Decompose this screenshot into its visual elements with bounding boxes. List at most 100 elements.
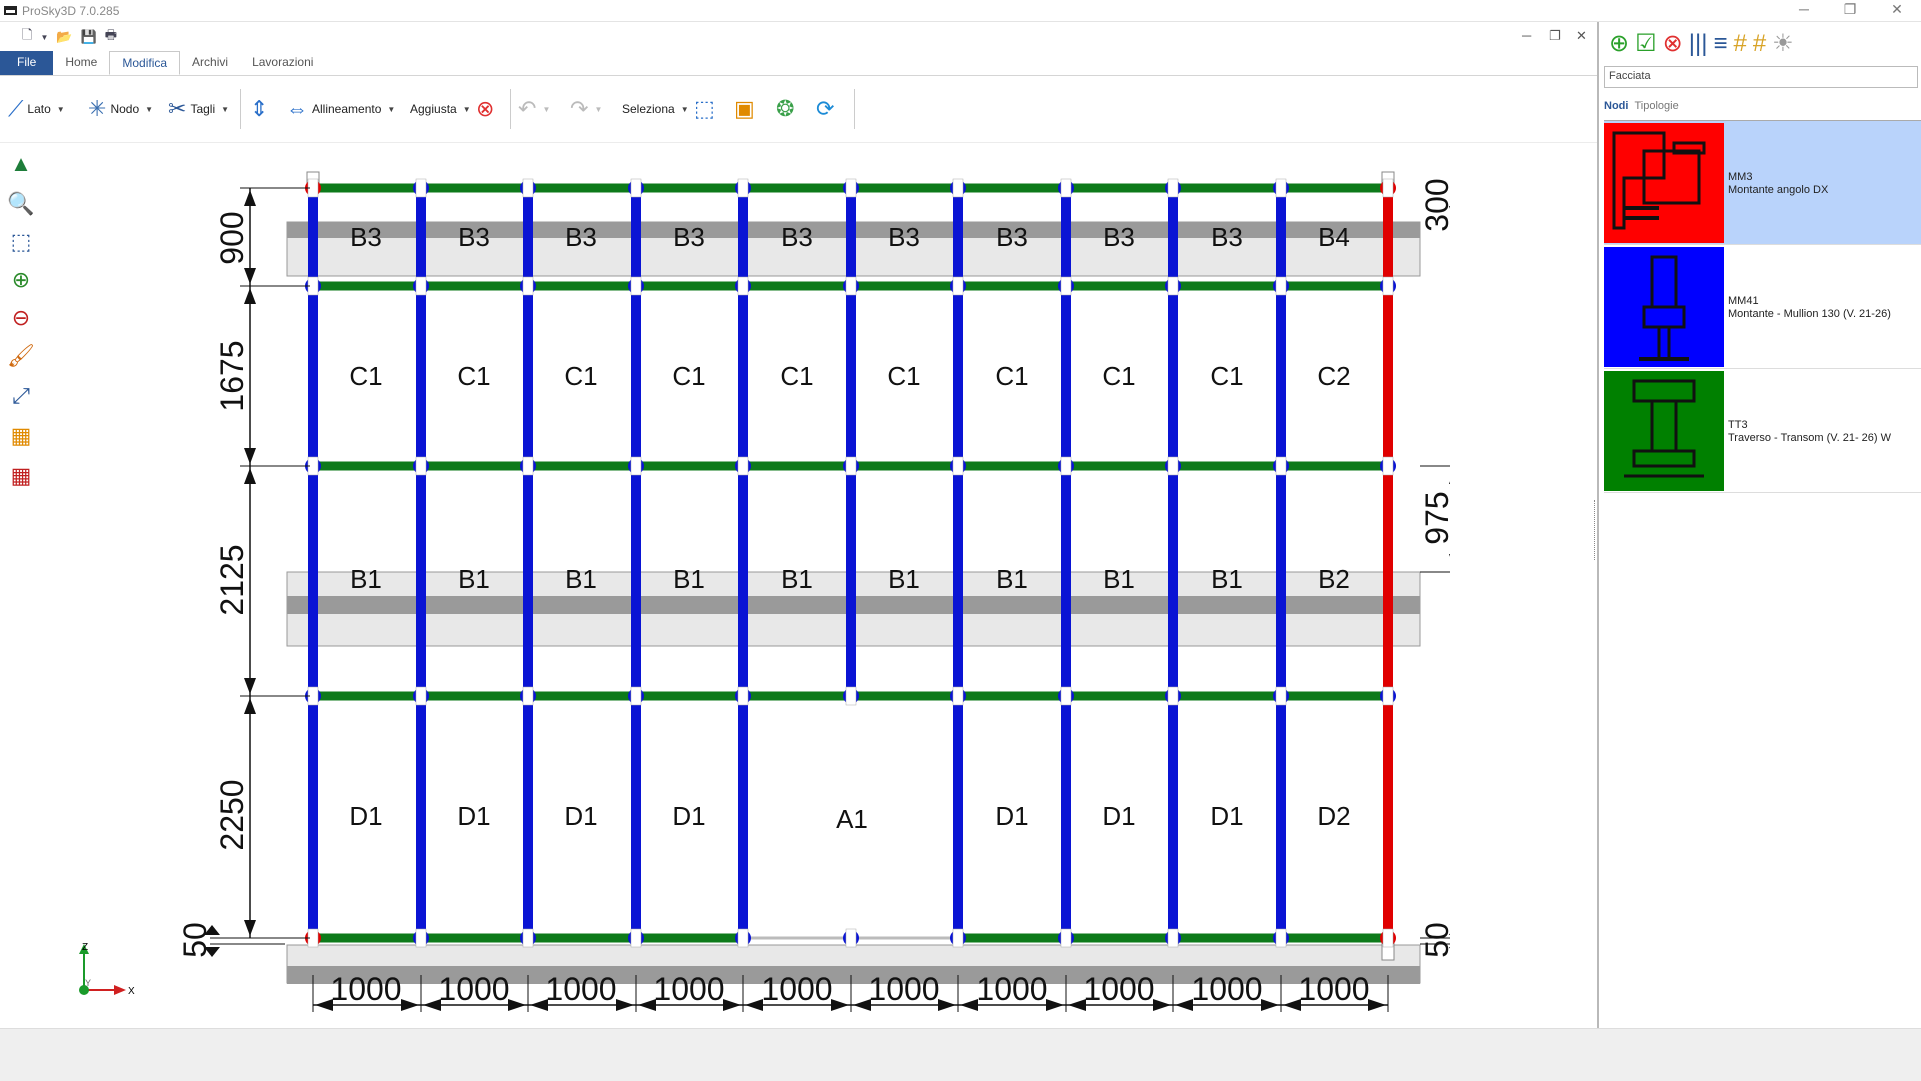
tab-archivi[interactable]: Archivi [180, 51, 240, 75]
grid-2d-icon[interactable]: ▦ [6, 461, 36, 491]
refresh-icon: ⟳ [816, 96, 835, 121]
node-joint [1167, 686, 1179, 706]
add-icon[interactable]: ⊕ [1609, 30, 1629, 58]
zoom-1-1-icon[interactable]: 🔍 [6, 189, 36, 219]
tagli-button[interactable]: ✂ Tagli ▼ [168, 91, 229, 127]
dim-arrow [1283, 999, 1301, 1011]
undo-icon: ↶ [518, 96, 537, 121]
app-title: ProSky3D 7.0.285 [22, 4, 120, 18]
cell-label: B3 [350, 222, 382, 252]
cell-label: B1 [1211, 564, 1243, 594]
dropdown-caret-icon[interactable]: ▼ [40, 33, 48, 42]
dim-arrow [723, 999, 741, 1011]
grid-3d-icon[interactable]: ▦ [6, 421, 36, 451]
minimize-icon[interactable]: ─ [1790, 1, 1818, 17]
grid-edit-icon[interactable]: # [1753, 30, 1766, 58]
new-file-icon[interactable]: 🗋 [22, 26, 32, 48]
seleziona-button[interactable]: Seleziona ▼ [622, 91, 689, 127]
confirm-icon[interactable]: ☑ [1635, 30, 1657, 58]
doc-minimize-icon[interactable]: ─ [1522, 28, 1531, 43]
zoom-window-icon[interactable]: ⬚ [6, 227, 36, 257]
node-icon: ✳ [88, 96, 107, 121]
tab-file[interactable]: File [0, 51, 54, 75]
node-joint [737, 686, 749, 706]
dim-width: 1000 [1298, 971, 1369, 1007]
close-icon[interactable]: ✕ [1883, 1, 1911, 18]
aggiusta-button[interactable]: Aggiusta ▼ [410, 91, 471, 127]
node-joint [1060, 178, 1072, 198]
list-item[interactable]: TT3 Traverso - Transom (V. 21- 26) W [1604, 369, 1921, 493]
allineamento-button[interactable]: ⇔ Allineamento ▼ [286, 91, 395, 127]
doc-close-icon[interactable]: ✕ [1576, 28, 1587, 44]
print-icon[interactable]: 🖶 [105, 26, 117, 48]
view-3d-button[interactable]: ▣ [734, 91, 755, 127]
colors-button[interactable]: ❂ [776, 91, 794, 127]
doc-restore-icon[interactable]: ❐ [1549, 28, 1561, 44]
list-item[interactable]: MM3 Montante angolo DX [1604, 121, 1921, 245]
node-joint [952, 456, 964, 476]
tab-nodi[interactable]: Nodi [1604, 100, 1628, 112]
light-icon[interactable]: ☀ [1772, 30, 1794, 58]
cell-label: B1 [781, 564, 813, 594]
node-joint [522, 928, 534, 948]
horizontal-arrows-icon: ⇔ [286, 96, 308, 121]
tab-modifica[interactable]: Modifica [109, 51, 181, 75]
axis-z-label: Z [82, 942, 88, 953]
cell-label: B1 [996, 564, 1028, 594]
dim-arrow [1153, 999, 1171, 1011]
profile-code: MM41 [1728, 295, 1759, 307]
zoom-out-icon[interactable]: ⊖ [6, 303, 36, 333]
cell-label: D1 [349, 801, 382, 831]
tab-home[interactable]: Home [53, 51, 109, 75]
frame-select-button[interactable]: ⬚ [694, 91, 715, 127]
dim-width: 1000 [868, 971, 939, 1007]
node-joint [1060, 686, 1072, 706]
node-joint [630, 276, 642, 296]
perspective-icon[interactable]: ▲ [6, 149, 36, 179]
tab-tipologie[interactable]: Tipologie [1634, 100, 1678, 112]
cell-label: B1 [565, 564, 597, 594]
profile-list: MM3 Montante angolo DX MM41 Montante - M… [1604, 120, 1921, 493]
panel-search-input[interactable]: Facciata [1604, 66, 1918, 88]
node-joint [952, 276, 964, 296]
zoom-in-icon[interactable]: ⊕ [6, 265, 36, 295]
dim-arrow [960, 999, 978, 1011]
node-joint [845, 276, 857, 296]
tab-lavorazioni[interactable]: Lavorazioni [240, 51, 325, 75]
restore-icon[interactable]: ❐ [1836, 1, 1864, 18]
profile-code: TT3 [1728, 419, 1748, 431]
node-joint [737, 456, 749, 476]
undo-button[interactable]: ↶ ▼ [518, 91, 550, 127]
dim-width: 1000 [545, 971, 616, 1007]
open-folder-icon[interactable]: 📂 [56, 29, 72, 45]
dim-arrow [1449, 481, 1450, 484]
title-bar: ProSky3D 7.0.285 ─ ❐ ✕ [0, 0, 1921, 22]
vertical-bars-icon[interactable]: ||| [1689, 30, 1708, 58]
node-joint [952, 686, 964, 706]
grid-frame-icon[interactable]: # [1733, 30, 1746, 58]
refresh-button[interactable]: ⟳ [816, 91, 834, 127]
horizontal-bars-icon[interactable]: ≡ [1713, 30, 1727, 58]
save-icon[interactable]: 💾 [81, 29, 97, 45]
cancel-red-button[interactable]: ⊗ [476, 91, 494, 127]
dim-width: 1000 [653, 971, 724, 1007]
delete-icon[interactable]: ⊗ [1663, 30, 1683, 58]
lato-button[interactable]: ⟋ Lato ▼ [8, 91, 65, 127]
profile-preview [1604, 371, 1724, 491]
cell-label: B1 [888, 564, 920, 594]
profile-desc: Traverso - Transom (V. 21- 26) W [1728, 432, 1892, 444]
redo-button[interactable]: ↷ ▼ [570, 91, 602, 127]
brush-icon[interactable]: 🖌 [6, 341, 36, 371]
node-joint [952, 928, 964, 948]
facade-canvas[interactable]: B3 B3 B3 B3 B3 B3 B3 B3 B3 B4 C1 C1 C1 C… [160, 160, 1450, 1020]
cell-label: B1 [1103, 564, 1135, 594]
dim-height: 2125 [214, 544, 250, 615]
nodo-button[interactable]: ✳ Nodo ▼ [88, 91, 153, 127]
dim-width: 1000 [761, 971, 832, 1007]
node-joint [1382, 928, 1394, 948]
node-joint [1167, 928, 1179, 948]
node-joint [1382, 178, 1394, 198]
vertical-arrows-button[interactable]: ⇕ [250, 91, 268, 127]
measure-icon[interactable]: ⤢ [6, 381, 36, 411]
list-item[interactable]: MM41 Montante - Mullion 130 (V. 21-26) [1604, 245, 1921, 369]
